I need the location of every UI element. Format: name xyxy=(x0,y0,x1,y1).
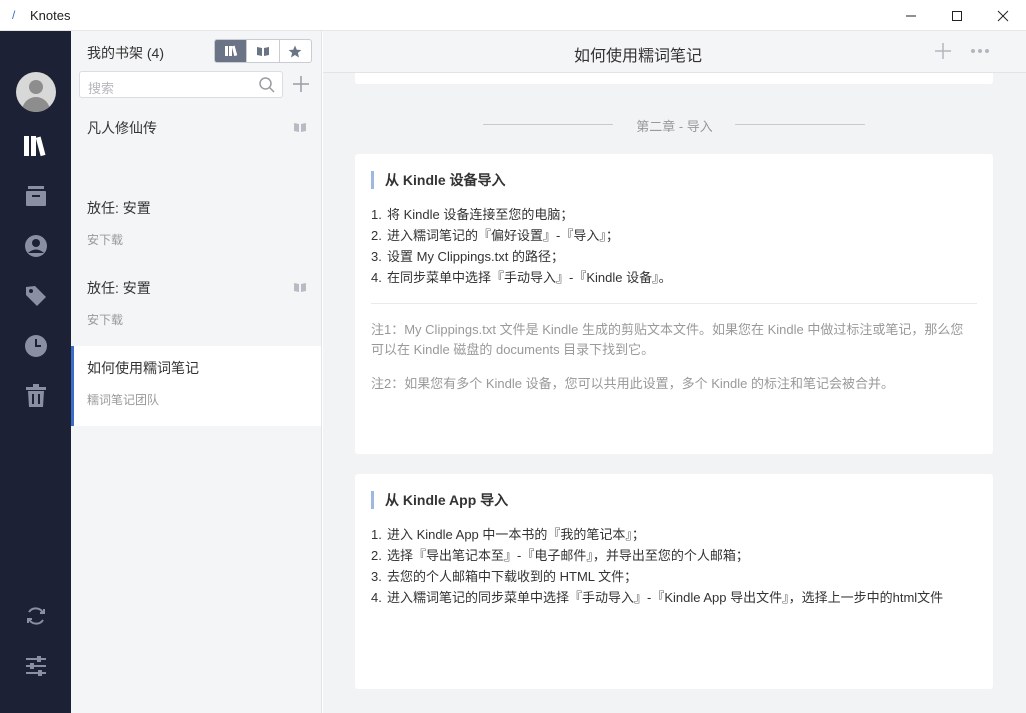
section-heading: 从 Kindle App 导入 xyxy=(371,491,508,509)
list-item: 2. 进入糯词笔记的『偏好设置』-『导入』； xyxy=(371,228,619,243)
list-item: 2. 选择『导出笔记本至』-『电子邮件』，并导出至您的个人邮箱； xyxy=(371,548,749,563)
list-item: 1. 进入 Kindle App 中一本书的『我的笔记本』； xyxy=(371,527,645,542)
list-item: 4. 进入糯词笔记的同步菜单中选择『手动导入』-『Kindle App 导出文件』… xyxy=(371,590,944,605)
book-item-selected[interactable]: 如何使用糯词笔记 糯词笔记团队 xyxy=(71,346,321,426)
window-title: Knotes xyxy=(30,8,71,23)
view-toggle xyxy=(214,39,312,63)
chapter-heading: 第二章 - 导入 xyxy=(323,116,1026,135)
sliders-icon[interactable] xyxy=(20,650,52,682)
add-book-button[interactable] xyxy=(290,72,312,96)
star-icon xyxy=(288,45,302,57)
search-input[interactable]: 搜索 xyxy=(79,71,283,98)
archive-icon[interactable] xyxy=(20,180,52,212)
close-button[interactable] xyxy=(980,0,1026,31)
avatar[interactable] xyxy=(16,72,56,112)
book-title: 放任: 安置 xyxy=(87,200,151,216)
list-item: 3. 设置 My Clippings.txt 的路径； xyxy=(371,249,564,264)
book-title: 如何使用糯词笔记 xyxy=(87,360,199,376)
book-title: 凡人修仙传 xyxy=(87,120,157,136)
section-card: 从 Kindle App 导入 1. 进入 Kindle App 中一本书的『我的… xyxy=(355,474,993,689)
book-item[interactable]: 放任: 安置 安下载 xyxy=(71,266,321,346)
plus-icon xyxy=(293,76,309,92)
previous-card xyxy=(355,73,993,84)
minimize-button[interactable] xyxy=(888,0,934,31)
book-title: 放任: 安置 xyxy=(87,280,151,296)
more-icon xyxy=(971,49,989,53)
list-item: 1. 将 Kindle 设备连接至您的电脑； xyxy=(371,207,574,222)
section-card: 从 Kindle 设备导入 1. 将 Kindle 设备连接至您的电脑； 2. 进入… xyxy=(355,154,993,454)
list-item: 4. 在同步菜单中选择『手动导入』-『Kindle 设备』。 xyxy=(371,270,672,285)
app-logo-icon: / xyxy=(12,8,16,22)
navigation-rail xyxy=(0,31,71,713)
plus-icon xyxy=(935,43,951,59)
note-text: 注2：如果您有多个 Kindle 设备，您可以共用此设置，多个 Kindle 的… xyxy=(371,376,894,391)
step-list: 1. 进入 Kindle App 中一本书的『我的笔记本』； 2. 选择『导出笔记本… xyxy=(371,524,971,608)
search-icon[interactable] xyxy=(258,76,276,99)
document-view: 如何使用糯词笔记 第二章 - 导入 从 Kindle 设备导入 1. 将 Kind… xyxy=(323,31,1026,713)
bookshelf-panel: 我的书架 (4) 搜索 凡人修仙传 放任: 安置 安下载 放任: 安置 安下载 xyxy=(71,31,322,713)
shelf-title: 我的书架 (4) xyxy=(87,45,164,61)
step-list: 1. 将 Kindle 设备连接至您的电脑； 2. 进入糯词笔记的『偏好设置』-『导… xyxy=(371,204,971,288)
title-bar: / Knotes xyxy=(0,0,1026,31)
tag-icon[interactable] xyxy=(20,280,52,312)
list-item: 3. 去您的个人邮箱中下载收到的 HTML 文件； xyxy=(371,569,638,584)
open-book-icon xyxy=(293,120,307,138)
document-header: 如何使用糯词笔记 xyxy=(323,31,1026,73)
library-icon xyxy=(224,45,237,57)
clock-icon[interactable] xyxy=(20,330,52,362)
add-note-button[interactable] xyxy=(932,39,954,63)
favorites-view-button[interactable] xyxy=(280,40,311,62)
library-view-button[interactable] xyxy=(215,40,248,62)
document-title: 如何使用糯词笔记 xyxy=(573,48,702,65)
sync-icon[interactable] xyxy=(20,600,52,632)
book-item[interactable]: 凡人修仙传 xyxy=(71,106,321,186)
open-book-view-button[interactable] xyxy=(247,40,280,62)
library-icon[interactable] xyxy=(20,130,52,162)
open-book-icon xyxy=(293,280,307,298)
book-item[interactable]: 放任: 安置 安下载 xyxy=(71,186,321,266)
search-placeholder: 搜索 xyxy=(88,81,115,96)
trash-icon[interactable] xyxy=(20,380,52,412)
more-options-button[interactable] xyxy=(968,39,992,63)
book-author: 糯词笔记团队 xyxy=(87,393,160,407)
user-circle-icon[interactable] xyxy=(20,230,52,262)
divider xyxy=(371,303,977,304)
book-author: 安下载 xyxy=(87,233,124,247)
note-text: 注1：My Clippings.txt 文件是 Kindle 生成的剪贴文本文件… xyxy=(371,322,964,357)
open-book-icon xyxy=(256,47,269,56)
book-author: 安下载 xyxy=(87,313,124,327)
section-heading: 从 Kindle 设备导入 xyxy=(371,171,506,189)
chapter-title: 第二章 - 导入 xyxy=(636,119,713,134)
maximize-button[interactable] xyxy=(934,0,980,31)
